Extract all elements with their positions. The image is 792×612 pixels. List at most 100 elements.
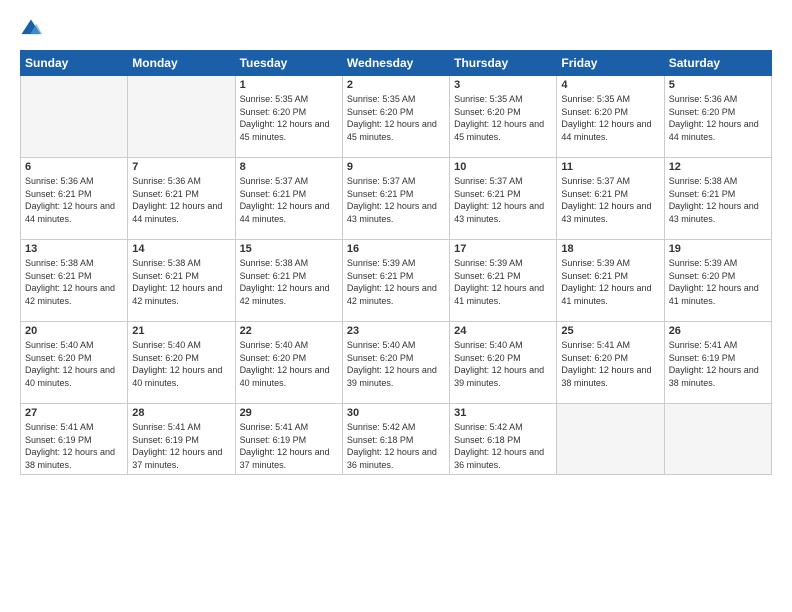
day-info: Sunrise: 5:39 AMSunset: 6:21 PMDaylight:… xyxy=(561,257,659,307)
day-info: Sunrise: 5:40 AMSunset: 6:20 PMDaylight:… xyxy=(454,339,552,389)
day-info: Sunrise: 5:36 AMSunset: 6:21 PMDaylight:… xyxy=(132,175,230,225)
day-info: Sunrise: 5:38 AMSunset: 6:21 PMDaylight:… xyxy=(240,257,338,307)
calendar-cell xyxy=(557,404,664,475)
calendar-cell: 5Sunrise: 5:36 AMSunset: 6:20 PMDaylight… xyxy=(664,76,771,158)
day-number: 9 xyxy=(347,161,445,173)
day-info: Sunrise: 5:39 AMSunset: 6:21 PMDaylight:… xyxy=(454,257,552,307)
weekday-header: Thursday xyxy=(450,51,557,76)
calendar-cell: 4Sunrise: 5:35 AMSunset: 6:20 PMDaylight… xyxy=(557,76,664,158)
calendar-cell: 9Sunrise: 5:37 AMSunset: 6:21 PMDaylight… xyxy=(342,158,449,240)
calendar-cell: 13 Sunrise: 5:38 AMSunset: 6:21 PMDayligh… xyxy=(21,240,128,322)
day-number: 18 xyxy=(561,243,659,255)
day-number: 16 xyxy=(347,243,445,255)
calendar-cell: 6 Sunrise: 5:36 AMSunset: 6:21 PMDaylight… xyxy=(21,158,128,240)
day-number: 24 xyxy=(454,325,552,337)
weekday-header: Monday xyxy=(128,51,235,76)
logo xyxy=(20,18,46,40)
weekday-header: Sunday xyxy=(21,51,128,76)
header xyxy=(20,18,772,40)
day-info: Sunrise: 5:37 AMSunset: 6:21 PMDaylight:… xyxy=(561,175,659,225)
day-number: 29 xyxy=(240,407,338,419)
day-info: Sunrise: 5:41 AMSunset: 6:20 PMDaylight:… xyxy=(561,339,659,389)
day-info: Sunrise: 5:40 AMSunset: 6:20 PMDaylight:… xyxy=(347,339,445,389)
day-number: 26 xyxy=(669,325,767,337)
calendar-cell: 30 Sunrise: 5:42 AMSunset: 6:18 PMDayligh… xyxy=(342,404,449,475)
day-number: 14 xyxy=(132,243,230,255)
calendar-week-row: 13 Sunrise: 5:38 AMSunset: 6:21 PMDayligh… xyxy=(21,240,772,322)
day-number: 1 xyxy=(240,79,338,91)
day-info: Sunrise: 5:40 AMSunset: 6:20 PMDaylight:… xyxy=(240,339,338,389)
weekday-header: Friday xyxy=(557,51,664,76)
weekday-header: Tuesday xyxy=(235,51,342,76)
day-info: Sunrise: 5:37 AMSunset: 6:21 PMDaylight:… xyxy=(454,175,552,225)
calendar-cell: 10 Sunrise: 5:37 AMSunset: 6:21 PMDayligh… xyxy=(450,158,557,240)
calendar-cell xyxy=(664,404,771,475)
calendar-cell: 7 Sunrise: 5:36 AMSunset: 6:21 PMDaylight… xyxy=(128,158,235,240)
day-info: Sunrise: 5:35 AMSunset: 6:20 PMDaylight:… xyxy=(561,93,659,143)
calendar-cell: 20Sunrise: 5:40 AMSunset: 6:20 PMDayligh… xyxy=(21,322,128,404)
calendar-cell xyxy=(21,76,128,158)
calendar-week-row: 6 Sunrise: 5:36 AMSunset: 6:21 PMDaylight… xyxy=(21,158,772,240)
calendar-cell: 27 Sunrise: 5:41 AMSunset: 6:19 PMDayligh… xyxy=(21,404,128,475)
day-number: 30 xyxy=(347,407,445,419)
day-number: 5 xyxy=(669,79,767,91)
calendar-cell: 3Sunrise: 5:35 AMSunset: 6:20 PMDaylight… xyxy=(450,76,557,158)
day-number: 28 xyxy=(132,407,230,419)
day-number: 22 xyxy=(240,325,338,337)
calendar-cell: 1 Sunrise: 5:35 AMSunset: 6:20 PMDaylight… xyxy=(235,76,342,158)
calendar-cell: 26Sunrise: 5:41 AMSunset: 6:19 PMDayligh… xyxy=(664,322,771,404)
day-info: Sunrise: 5:39 AMSunset: 6:21 PMDaylight:… xyxy=(347,257,445,307)
calendar-cell: 12Sunrise: 5:38 AMSunset: 6:21 PMDayligh… xyxy=(664,158,771,240)
calendar-cell xyxy=(128,76,235,158)
day-number: 25 xyxy=(561,325,659,337)
day-number: 13 xyxy=(25,243,123,255)
calendar-cell: 16 Sunrise: 5:39 AMSunset: 6:21 PMDayligh… xyxy=(342,240,449,322)
day-info: Sunrise: 5:41 AMSunset: 6:19 PMDaylight:… xyxy=(240,421,338,471)
calendar-cell: 25 Sunrise: 5:41 AMSunset: 6:20 PMDayligh… xyxy=(557,322,664,404)
day-info: Sunrise: 5:41 AMSunset: 6:19 PMDaylight:… xyxy=(132,421,230,471)
calendar-cell: 8Sunrise: 5:37 AMSunset: 6:21 PMDaylight… xyxy=(235,158,342,240)
day-info: Sunrise: 5:38 AMSunset: 6:21 PMDaylight:… xyxy=(132,257,230,307)
calendar-cell: 17 Sunrise: 5:39 AMSunset: 6:21 PMDayligh… xyxy=(450,240,557,322)
day-info: Sunrise: 5:39 AMSunset: 6:20 PMDaylight:… xyxy=(669,257,767,307)
calendar-cell: 15 Sunrise: 5:38 AMSunset: 6:21 PMDayligh… xyxy=(235,240,342,322)
day-info: Sunrise: 5:42 AMSunset: 6:18 PMDaylight:… xyxy=(454,421,552,471)
calendar-week-row: 20Sunrise: 5:40 AMSunset: 6:20 PMDayligh… xyxy=(21,322,772,404)
page: SundayMondayTuesdayWednesdayThursdayFrid… xyxy=(0,0,792,612)
day-number: 23 xyxy=(347,325,445,337)
calendar-cell: 18 Sunrise: 5:39 AMSunset: 6:21 PMDayligh… xyxy=(557,240,664,322)
day-info: Sunrise: 5:36 AMSunset: 6:21 PMDaylight:… xyxy=(25,175,123,225)
day-info: Sunrise: 5:38 AMSunset: 6:21 PMDaylight:… xyxy=(669,175,767,225)
day-number: 3 xyxy=(454,79,552,91)
calendar-cell: 11 Sunrise: 5:37 AMSunset: 6:21 PMDayligh… xyxy=(557,158,664,240)
calendar-week-row: 27 Sunrise: 5:41 AMSunset: 6:19 PMDayligh… xyxy=(21,404,772,475)
day-number: 10 xyxy=(454,161,552,173)
day-info: Sunrise: 5:35 AMSunset: 6:20 PMDaylight:… xyxy=(240,93,338,143)
calendar-cell: 28 Sunrise: 5:41 AMSunset: 6:19 PMDayligh… xyxy=(128,404,235,475)
calendar-cell: 2Sunrise: 5:35 AMSunset: 6:20 PMDaylight… xyxy=(342,76,449,158)
day-number: 6 xyxy=(25,161,123,173)
day-info: Sunrise: 5:41 AMSunset: 6:19 PMDaylight:… xyxy=(25,421,123,471)
day-info: Sunrise: 5:42 AMSunset: 6:18 PMDaylight:… xyxy=(347,421,445,471)
day-number: 19 xyxy=(669,243,767,255)
logo-icon xyxy=(20,18,42,40)
day-number: 2 xyxy=(347,79,445,91)
day-info: Sunrise: 5:40 AMSunset: 6:20 PMDaylight:… xyxy=(25,339,123,389)
day-number: 15 xyxy=(240,243,338,255)
calendar-cell: 24 Sunrise: 5:40 AMSunset: 6:20 PMDayligh… xyxy=(450,322,557,404)
calendar-week-row: 1 Sunrise: 5:35 AMSunset: 6:20 PMDaylight… xyxy=(21,76,772,158)
day-number: 21 xyxy=(132,325,230,337)
calendar-cell: 23 Sunrise: 5:40 AMSunset: 6:20 PMDayligh… xyxy=(342,322,449,404)
weekday-header: Wednesday xyxy=(342,51,449,76)
day-info: Sunrise: 5:38 AMSunset: 6:21 PMDaylight:… xyxy=(25,257,123,307)
calendar-cell: 29 Sunrise: 5:41 AMSunset: 6:19 PMDayligh… xyxy=(235,404,342,475)
day-number: 11 xyxy=(561,161,659,173)
day-number: 8 xyxy=(240,161,338,173)
day-number: 7 xyxy=(132,161,230,173)
calendar-cell: 21 Sunrise: 5:40 AMSunset: 6:20 PMDayligh… xyxy=(128,322,235,404)
day-number: 27 xyxy=(25,407,123,419)
day-number: 31 xyxy=(454,407,552,419)
calendar-cell: 31 Sunrise: 5:42 AMSunset: 6:18 PMDayligh… xyxy=(450,404,557,475)
day-info: Sunrise: 5:40 AMSunset: 6:20 PMDaylight:… xyxy=(132,339,230,389)
day-number: 17 xyxy=(454,243,552,255)
